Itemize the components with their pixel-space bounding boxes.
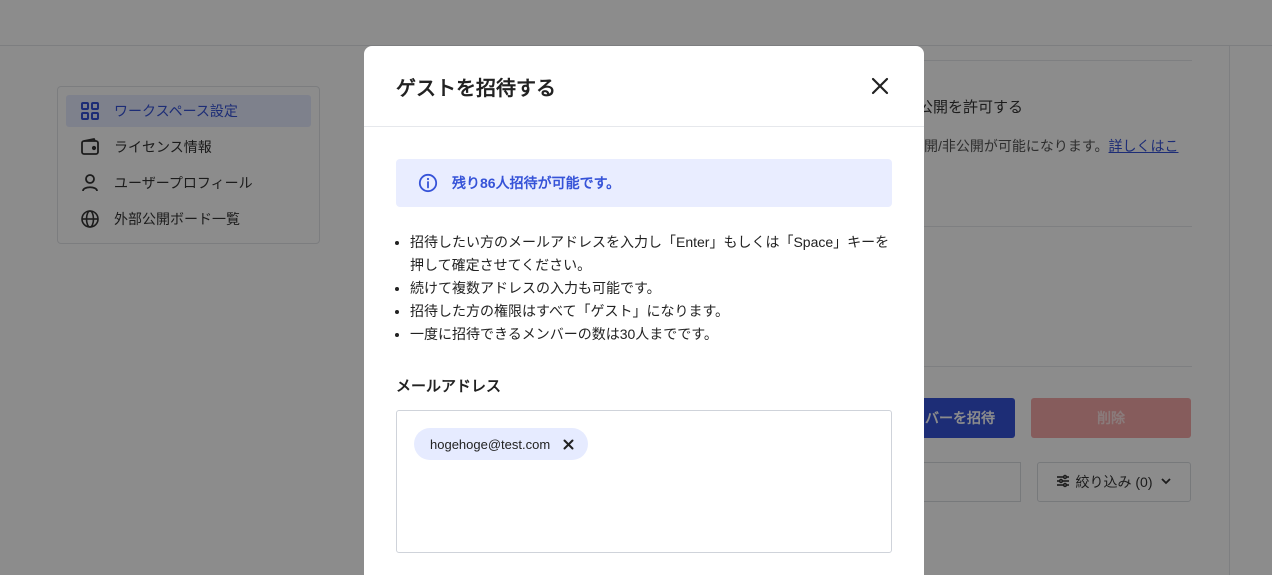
modal-title: ゲストを招待する xyxy=(396,77,556,100)
remaining-invites-banner: 残り86人招待が可能です。 xyxy=(396,159,892,207)
close-button[interactable] xyxy=(868,74,892,98)
info-icon xyxy=(418,173,438,193)
close-icon xyxy=(563,439,574,449)
modal-body: 残り86人招待が可能です。 招待したい方のメールアドレスを入力し「Enter」も… xyxy=(364,127,924,553)
instruction-item: 招待した方の権限はすべて「ゲスト」になります。 xyxy=(410,300,892,323)
email-input[interactable]: hogehoge@test.com xyxy=(396,410,892,553)
email-field-label: メールアドレス xyxy=(396,378,502,395)
instruction-item: 続けて複数アドレスの入力も可能です。 xyxy=(410,277,892,300)
instruction-item: 招待したい方のメールアドレスを入力し「Enter」もしくは「Space」キーを押… xyxy=(410,231,892,277)
email-chip-text: hogehoge@test.com xyxy=(430,436,551,452)
email-chip: hogehoge@test.com xyxy=(414,428,589,460)
remaining-invites-text: 残り86人招待が可能です。 xyxy=(452,175,621,191)
instructions-list: 招待したい方のメールアドレスを入力し「Enter」もしくは「Space」キーを押… xyxy=(396,231,892,346)
invite-guest-modal: ゲストを招待する 残り86人招待が可能です。 招待したい方のメールアドレスを入力… xyxy=(364,46,924,575)
close-icon xyxy=(871,77,889,95)
instruction-item: 一度に招待できるメンバーの数は30人までです。 xyxy=(410,323,892,346)
modal-header: ゲストを招待する xyxy=(364,46,924,127)
remove-email-button[interactable] xyxy=(562,438,574,450)
